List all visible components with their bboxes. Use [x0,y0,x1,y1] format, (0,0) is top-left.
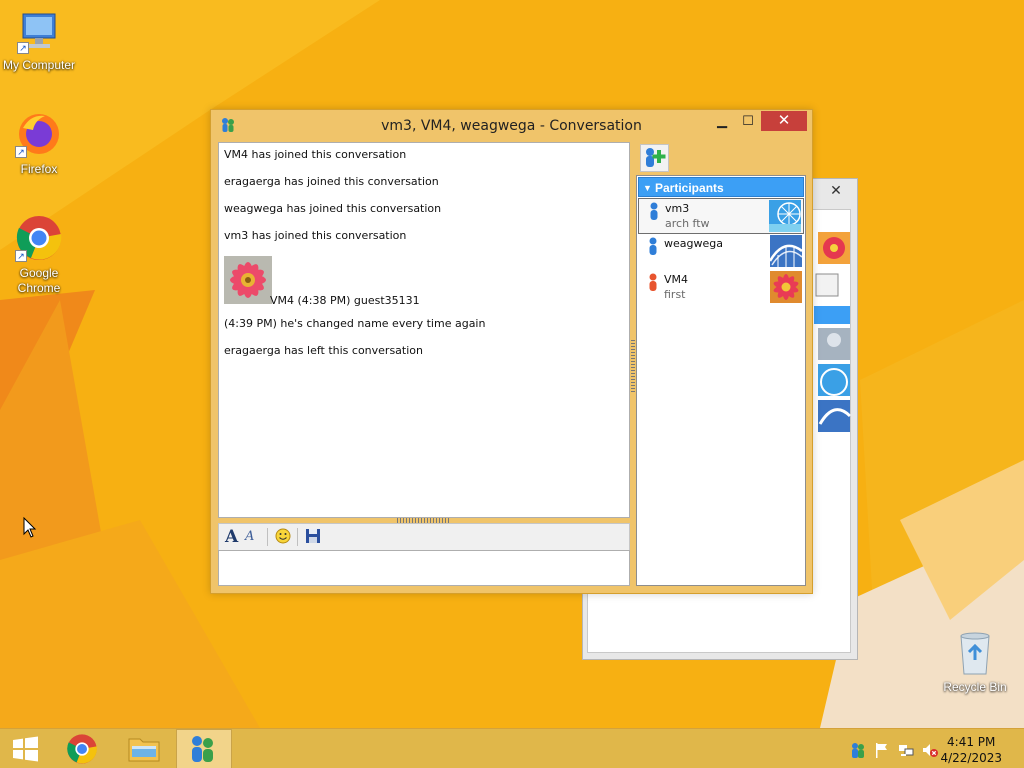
participant-vm3[interactable]: vm3 arch ftw [638,198,804,234]
participants-header-label: Participants [655,181,724,195]
system-message: vm3 has joined this conversation [224,229,407,242]
maximize-button[interactable]: ☐ [734,111,762,131]
participants-panel: ▼ Participants vm3 arch ftw weagwega VM4… [636,175,806,586]
shortcut-arrow-icon: ↗ [15,146,27,158]
system-message: eragaerga has left this conversation [224,344,423,357]
collapse-arrow-icon: ▼ [643,183,652,193]
participant-name: vm3 [665,202,690,215]
desktop-icon-firefox[interactable]: ↗ Firefox [0,110,79,177]
font-icon[interactable]: A [225,528,238,546]
desktop-icon-google-chrome[interactable]: ↗ Google Chrome [0,214,79,296]
back-window-close-button[interactable]: ✕ [821,181,851,199]
recycle-bin-icon [955,630,995,676]
mouse-cursor-icon [23,517,37,538]
sender-avatar [224,256,272,307]
minimize-button[interactable]: ▁ [708,111,736,131]
emoticon-icon[interactable] [275,528,291,546]
computer-icon: ↗ [17,10,61,54]
messenger-app-icon [192,736,213,762]
close-button[interactable]: ✕ [761,111,807,131]
participant-avatar [770,271,802,306]
participant-avatar [769,200,801,235]
chrome-icon: ↗ [15,214,63,262]
chat-message-text: (4:39 PM) he's changed name every time a… [224,317,486,330]
participant-name: weagwega [664,237,723,250]
text-color-icon[interactable]: A [245,528,254,546]
desktop-icon-label: Google Chrome [17,266,61,295]
taskbar-messenger[interactable] [176,729,232,768]
person-icon [649,202,659,223]
system-message: VM4 has joined this conversation [224,148,407,161]
add-participant-button[interactable] [640,144,669,172]
taskbar-file-explorer[interactable] [116,729,172,768]
participant-status: arch ftw [665,217,710,230]
person-icon [648,273,658,294]
title-bar[interactable]: vm3, VM4, weagwega - Conversation ▁ ☐ ✕ [211,110,812,140]
chat-message: VM4 (4:38 PM) guest35131 [224,256,624,311]
system-clock[interactable]: 4:41 PM 4/22/2023 [940,734,1002,766]
toolbar-separator [297,528,298,546]
shortcut-arrow-icon: ↗ [17,42,29,54]
message-meta: VM4 (4:38 PM) guest35131 [270,294,420,307]
windows-logo-icon [13,736,38,762]
participant-vm4[interactable]: VM4 first [638,270,804,306]
participant-weagwega[interactable]: weagwega [638,234,804,270]
desktop-icon-my-computer[interactable]: ↗ My Computer [0,10,79,73]
participant-avatar [768,235,803,270]
person-icon [648,237,658,258]
folder-icon [128,738,160,762]
message-input[interactable] [218,550,630,586]
system-message: eragaerga has joined this conversation [224,175,439,188]
messenger-tray-icon[interactable] [850,742,866,758]
clock-time: 4:41 PM [947,735,996,749]
chrome-icon [67,734,97,764]
start-button[interactable] [0,729,56,768]
formatting-toolbar: A A [218,523,630,550]
save-icon[interactable] [305,528,321,546]
clock-date: 4/22/2023 [940,751,1002,765]
shortcut-arrow-icon: ↗ [15,250,27,262]
desktop-icon-label: My Computer [2,58,76,72]
firefox-icon: ↗ [15,110,63,158]
vertical-splitter[interactable] [631,338,635,392]
participant-name: VM4 [664,273,689,286]
conversation-window[interactable]: vm3, VM4, weagwega - Conversation ▁ ☐ ✕ … [210,109,813,594]
chat-history[interactable]: VM4 has joined this conversation eragaer… [218,142,630,518]
network-icon[interactable] [898,742,914,758]
desktop-icon-label: Recycle Bin [943,680,1007,694]
action-center-flag-icon[interactable] [874,742,890,758]
desktop-icon-recycle-bin[interactable]: Recycle Bin [935,630,1015,695]
toolbar-separator [267,528,268,546]
volume-muted-icon[interactable] [922,742,938,758]
system-message: weagwega has joined this conversation [224,202,442,215]
participants-header[interactable]: ▼ Participants [638,177,804,197]
taskbar: 4:41 PM 4/22/2023 [0,728,1024,768]
taskbar-chrome[interactable] [54,729,110,768]
participant-status: first [664,288,686,301]
desktop-icon-label: Firefox [20,162,58,176]
add-contact-icon [646,148,666,167]
